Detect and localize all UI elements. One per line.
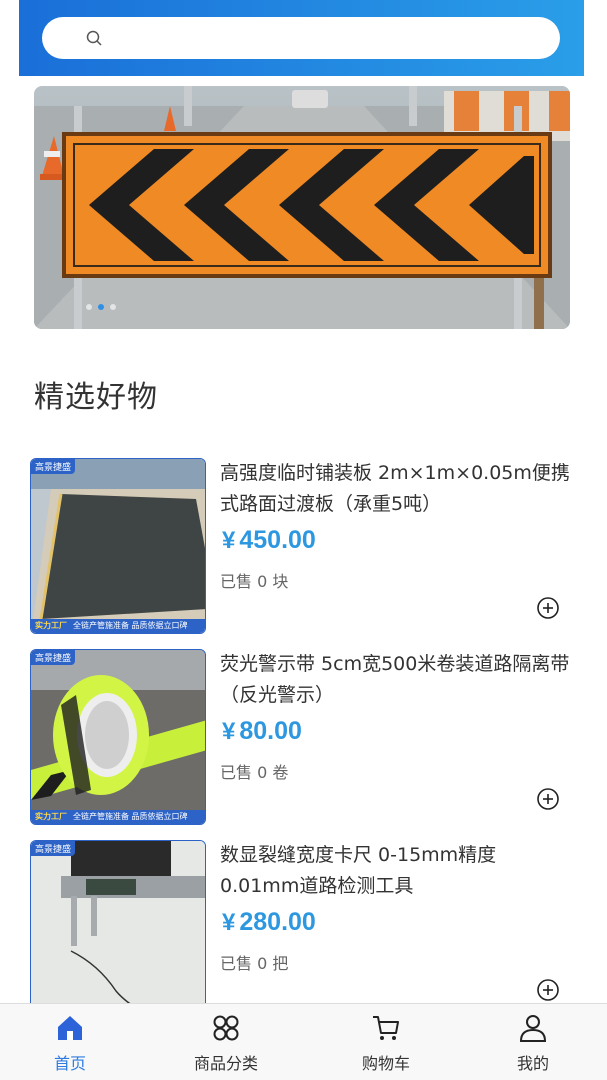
add-to-cart-icon[interactable] xyxy=(536,596,560,620)
search-input[interactable] xyxy=(114,25,538,53)
paving-board-image xyxy=(31,459,205,633)
tab-label: 我的 xyxy=(516,1054,549,1073)
home-icon xyxy=(58,1016,82,1040)
product-image[interactable]: 高景捷盛 实力工厂 全链产管施准备 品质依据立口碑 xyxy=(30,458,206,634)
tab-label: 商品分类 xyxy=(193,1054,258,1073)
cart-icon xyxy=(373,1016,399,1040)
tab-label: 购物车 xyxy=(361,1054,410,1073)
product-card[interactable]: 高景捷盛 实力工厂 全链产管施准备 品质依据立口碑 高强度临时铺装板 2m×1m×… xyxy=(30,458,590,636)
image-footer: 实力工厂 全链产管施准备 品质依据立口碑 xyxy=(31,619,205,633)
product-image[interactable]: 高景捷盛 实力工厂 全链产管施准备 品质依据立口碑 xyxy=(30,649,206,825)
sold-count: 已售 0 块 xyxy=(220,572,289,591)
top-header xyxy=(19,0,584,76)
product-price: ¥80.00 xyxy=(222,717,302,745)
product-name[interactable]: 数显裂缝宽度卡尺 0-15mm精度0.01mm道路检测工具 xyxy=(220,840,572,902)
carousel-dot[interactable] xyxy=(110,304,116,310)
carousel-dot-active[interactable] xyxy=(98,304,104,310)
search-icon xyxy=(86,30,102,46)
sold-count: 已售 0 把 xyxy=(220,954,289,973)
user-icon xyxy=(519,1015,547,1042)
brand-tag: 高景捷盛 xyxy=(31,650,76,665)
product-card[interactable]: 高景捷盛 数显裂缝宽度卡尺 0-15mm精度0.01mm道路检测工具 ¥280.… xyxy=(30,840,590,1018)
banner-image xyxy=(34,86,570,329)
product-card[interactable]: 高景捷盛 实力工厂 全链产管施准备 品质依据立口碑 荧光警示带 5cm宽500米卷… xyxy=(30,649,590,827)
tab-profile[interactable]: 我的 xyxy=(483,1012,583,1074)
brand-tag: 高景捷盛 xyxy=(31,841,76,856)
warning-tape-image xyxy=(31,650,205,824)
image-footer: 实力工厂 全链产管施准备 品质依据立口碑 xyxy=(31,810,205,824)
add-to-cart-icon[interactable] xyxy=(536,978,560,1002)
category-icon xyxy=(213,1015,239,1041)
crack-caliper-image xyxy=(31,841,205,1015)
product-name[interactable]: 高强度临时铺装板 2m×1m×0.05m便携式路面过渡板（承重5吨） xyxy=(220,458,572,520)
search-bar[interactable] xyxy=(42,17,560,59)
tab-categories[interactable]: 商品分类 xyxy=(176,1012,276,1074)
carousel-indicator[interactable] xyxy=(86,304,116,310)
carousel-dot[interactable] xyxy=(86,304,92,310)
brand-tag: 高景捷盛 xyxy=(31,459,76,474)
product-price: ¥280.00 xyxy=(222,908,316,936)
bottom-tab-bar: 首页 商品分类 购物车 我的 xyxy=(0,1003,607,1080)
tab-label: 首页 xyxy=(53,1054,86,1073)
sold-count: 已售 0 卷 xyxy=(220,763,289,782)
add-to-cart-icon[interactable] xyxy=(536,787,560,811)
product-name[interactable]: 荧光警示带 5cm宽500米卷装道路隔离带（反光警示） xyxy=(220,649,572,711)
product-price: ¥450.00 xyxy=(222,526,316,554)
tab-home[interactable]: 首页 xyxy=(20,1012,120,1074)
tab-cart[interactable]: 购物车 xyxy=(336,1012,436,1074)
section-title: 精选好物 xyxy=(34,380,158,415)
product-image[interactable]: 高景捷盛 xyxy=(30,840,206,1016)
banner-carousel[interactable] xyxy=(34,86,570,329)
